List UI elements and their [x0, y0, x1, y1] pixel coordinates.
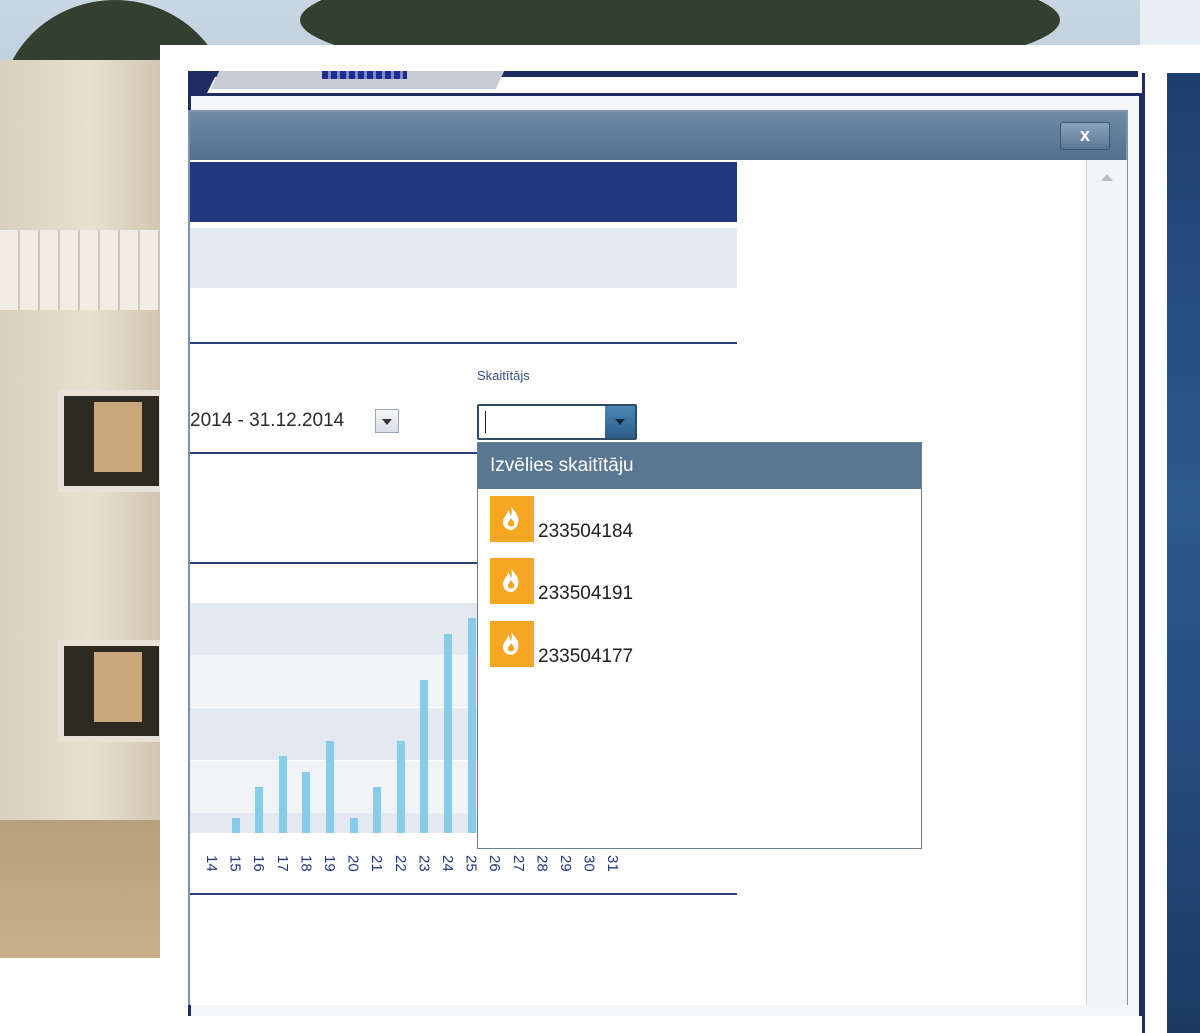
period-value: 2014 - 31.12.2014 [190, 410, 345, 431]
meter-dropdown-button[interactable] [605, 406, 635, 438]
meter-option[interactable]: 233504177 [490, 621, 790, 671]
x-tick-label: 28 [533, 855, 551, 872]
period-dropdown-button[interactable] [375, 409, 399, 433]
dialog-body: 2014 - 31.12.2014 Skaitītājs 14 15 16 17… [190, 160, 1086, 1005]
chart-bar [231, 817, 240, 833]
meter-option[interactable]: 233504184 [490, 496, 790, 546]
chart-bottom-divider [190, 893, 737, 895]
x-tick-label: 19 [321, 855, 338, 872]
x-tick-label: 31 [604, 855, 622, 872]
dialog-titlebar[interactable]: x [190, 112, 1126, 160]
scroll-up-icon[interactable] [1101, 174, 1113, 181]
x-tick-label: 30 [580, 855, 598, 872]
flame-icon [490, 496, 534, 542]
chart-bar [396, 741, 405, 833]
x-tick-label: 22 [391, 855, 409, 872]
subtitle-banner [190, 228, 737, 288]
dialog-scrollbar[interactable] [1086, 160, 1127, 1005]
x-tick-label: 18 [297, 855, 315, 872]
x-tick-label: 29 [557, 855, 574, 872]
app-panel: x 2014 - 31.12.2014 Skaitītājs 14 15 16 … [160, 45, 1200, 1033]
chevron-down-icon [615, 419, 625, 425]
meter-field-label: Skaitītājs [477, 368, 530, 383]
chart-bar [420, 679, 429, 833]
chevron-down-icon [382, 419, 392, 425]
chart-bar [326, 741, 334, 833]
meter-option-label: 233504177 [538, 646, 634, 667]
chart-bar [302, 771, 311, 833]
x-tick-label: 16 [250, 855, 268, 872]
chart-bar [349, 817, 358, 833]
text-caret [485, 411, 486, 433]
x-tick-label: 21 [368, 855, 386, 872]
background-window [58, 390, 165, 492]
x-tick-label: 14 [203, 855, 220, 872]
flame-icon [490, 558, 534, 604]
title-banner [190, 162, 737, 222]
meter-option-label: 233504184 [538, 521, 634, 542]
chart-bar [255, 787, 264, 833]
period-select[interactable]: 2014 - 31.12.2014 [190, 406, 402, 436]
section-divider [190, 342, 737, 344]
background-balcony [0, 230, 160, 310]
meter-dialog: x 2014 - 31.12.2014 Skaitītājs 14 15 16 … [188, 110, 1128, 1005]
close-icon: x [1079, 125, 1090, 145]
x-tick-label: 27 [509, 855, 527, 872]
x-tick-label: 24 [439, 855, 456, 872]
app-logo [322, 71, 407, 79]
close-button[interactable]: x [1060, 122, 1110, 150]
meter-option-label: 233504191 [538, 583, 634, 604]
x-tick-label: 23 [415, 855, 433, 872]
chart-bar [467, 618, 476, 833]
x-tick-label: 15 [226, 855, 244, 872]
background-window [58, 640, 165, 742]
x-tick-label: 25 [462, 855, 480, 872]
x-tick-label: 17 [273, 855, 291, 872]
meter-option[interactable]: 233504191 [490, 558, 790, 608]
flame-icon [490, 621, 534, 667]
chart-bar [278, 756, 287, 833]
chart-bar [444, 633, 452, 833]
x-tick-label: 26 [486, 855, 504, 872]
meter-dropdown-list: Izvēlies skaitītāju 233504184 233504191 [477, 442, 922, 849]
right-sidebar [1142, 73, 1200, 1033]
dropdown-header: Izvēlies skaitītāju [478, 443, 921, 489]
filter-divider [190, 452, 480, 454]
chart-bar [373, 787, 382, 833]
background-ground [0, 820, 165, 960]
x-tick-label: 20 [344, 855, 362, 872]
meter-combobox[interactable] [477, 404, 637, 440]
chart-top-divider [190, 562, 480, 564]
